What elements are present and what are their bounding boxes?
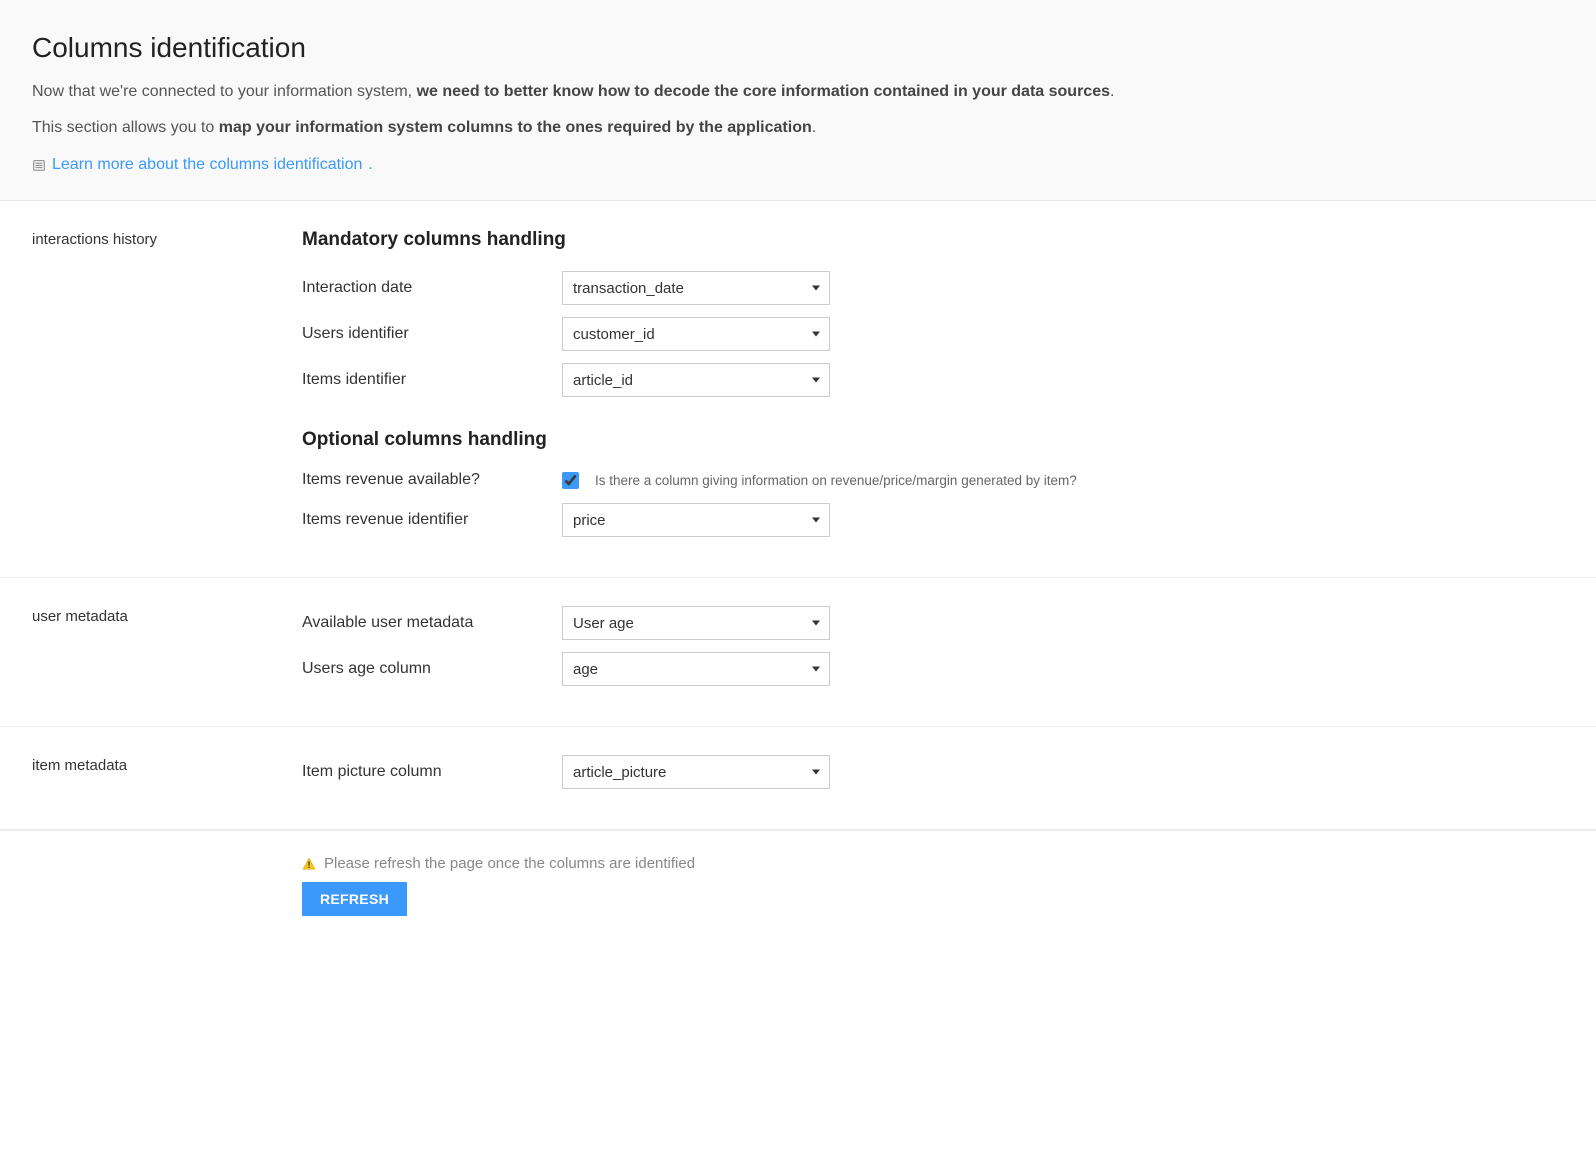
field-label: Items revenue available? [302,471,562,489]
doc-link[interactable]: Learn more about the columns identificat… [32,156,373,174]
user-metadata-content: Available user metadata Users age column [302,606,1564,698]
map-paragraph: This section allows you to map your info… [32,116,1564,140]
select-available-user-metadata[interactable] [562,606,830,640]
field-revenue-identifier: Items revenue identifier [302,503,1564,537]
warning-text: Please refresh the page once the columns… [324,855,695,872]
field-item-picture-column: Item picture column [302,755,1564,789]
optional-heading: Optional columns handling [302,429,1564,451]
select-value[interactable] [562,606,830,640]
book-icon [32,158,46,172]
select-value[interactable] [562,363,830,397]
footer-panel: Please refresh the page once the columns… [0,830,1596,948]
intro-prefix: Now that we're connected to your informa… [32,83,417,100]
field-items-identifier: Items identifier [302,363,1564,397]
item-metadata-content: Item picture column [302,755,1564,801]
select-value[interactable] [562,755,830,789]
field-label: Available user metadata [302,614,562,632]
section-label-interactions: interactions history [32,229,302,549]
field-available-user-metadata: Available user metadata [302,606,1564,640]
revenue-available-checkbox[interactable] [562,472,579,489]
interactions-content: Mandatory columns handling Interaction d… [302,229,1564,549]
select-items-identifier[interactable] [562,363,830,397]
intro-bold: we need to better know how to decode the… [417,83,1110,100]
refresh-warning: Please refresh the page once the columns… [302,855,1564,872]
field-users-age-column: Users age column [302,652,1564,686]
section-item-metadata: item metadata Item picture column [0,727,1596,830]
intro-paragraph: Now that we're connected to your informa… [32,80,1564,104]
select-users-age-column[interactable] [562,652,830,686]
field-revenue-available: Items revenue available? Is there a colu… [302,471,1564,489]
select-revenue-identifier[interactable] [562,503,830,537]
select-value[interactable] [562,652,830,686]
field-interaction-date: Interaction date [302,271,1564,305]
field-label: Users identifier [302,325,562,343]
revenue-hint: Is there a column giving information on … [595,473,1077,488]
select-value[interactable] [562,317,830,351]
field-label: Item picture column [302,763,562,781]
section-interactions: interactions history Mandatory columns h… [0,201,1596,578]
map-suffix: . [812,119,816,136]
select-value[interactable] [562,271,830,305]
field-label: Interaction date [302,279,562,297]
header-panel: Columns identification Now that we're co… [0,0,1596,201]
select-users-identifier[interactable] [562,317,830,351]
select-interaction-date[interactable] [562,271,830,305]
doc-link-text: Learn more about the columns identificat… [52,156,362,174]
field-label: Items revenue identifier [302,511,562,529]
select-value[interactable] [562,503,830,537]
section-label-item-metadata: item metadata [32,755,302,801]
intro-suffix: . [1110,83,1114,100]
warning-icon [302,857,316,871]
field-label: Items identifier [302,371,562,389]
field-label: Users age column [302,660,562,678]
select-item-picture-column[interactable] [562,755,830,789]
section-user-metadata: user metadata Available user metadata Us… [0,578,1596,727]
refresh-button[interactable]: REFRESH [302,882,407,916]
map-prefix: This section allows you to [32,119,219,136]
map-bold: map your information system columns to t… [219,119,812,136]
field-users-identifier: Users identifier [302,317,1564,351]
mandatory-heading: Mandatory columns handling [302,229,1564,251]
page-title: Columns identification [32,32,1564,64]
section-label-user-metadata: user metadata [32,606,302,698]
